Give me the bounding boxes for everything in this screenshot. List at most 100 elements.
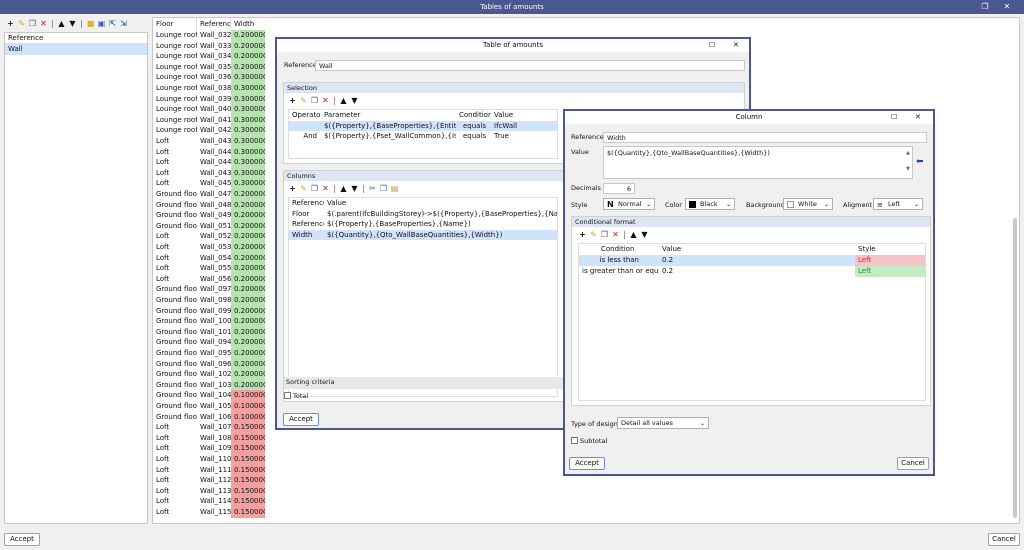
close-icon[interactable]: ✕	[733, 39, 739, 52]
table-row[interactable]: Ground floor Wall_098 0.200000	[153, 295, 265, 306]
table-row[interactable]: Lounge roof Wall_041 0.300000	[153, 114, 265, 126]
cancel-button[interactable]: Cancel	[897, 457, 929, 470]
value-textarea[interactable]: $({Quantity},{Qto_WallBaseQuantities},{W…	[603, 146, 913, 179]
table-row[interactable]: And $({Property},{Pset_WallCommon},{IsEx…	[289, 131, 557, 142]
pencil-icon[interactable]: ✎	[299, 96, 308, 105]
table-row[interactable]: Loft Wall_043 0.300000	[153, 136, 265, 147]
table-row[interactable]: Ground floor Wall_094 0.200000	[153, 337, 265, 348]
total-checkbox[interactable]	[284, 392, 291, 399]
plus-icon[interactable]: +	[288, 184, 297, 193]
table-row[interactable]: Lounge roof Wall_039 0.300000	[153, 93, 265, 105]
delete-icon[interactable]: ✕	[39, 19, 48, 28]
style-select[interactable]: N Normal ⌄	[603, 198, 655, 210]
header-reference[interactable]: Reference	[197, 18, 231, 30]
table-row[interactable]: Lounge roof Wall_032 0.200000	[153, 30, 265, 41]
table-row[interactable]: Ground floor Wall_096 0.200000	[153, 358, 265, 370]
up-arrow-icon[interactable]: ▲	[57, 19, 66, 28]
up-arrow-icon[interactable]: ▲	[629, 230, 638, 239]
header-floor[interactable]: Floor	[153, 18, 197, 30]
table-row[interactable]: Width $({Quantity},{Qto_WallBaseQuantiti…	[289, 229, 557, 241]
pencil-icon[interactable]: ✎	[299, 184, 308, 193]
table-row[interactable]: Ground floor Wall_049 0.200000	[153, 210, 265, 221]
open-folder-icon[interactable]: ■	[86, 19, 95, 28]
down-arrow-icon[interactable]: ▼	[350, 96, 359, 105]
pencil-icon[interactable]: ✎	[589, 230, 598, 239]
table-row[interactable]: Loft Wall_045 0.300000	[153, 178, 265, 189]
table-row[interactable]: Ground floor Wall_047 0.200000	[153, 189, 265, 200]
copy-icon[interactable]: ❐	[600, 230, 609, 239]
insert-arrow-icon[interactable]: ⬅	[916, 157, 924, 167]
table-row[interactable]: Loft Wall_113 0.150000	[153, 485, 265, 497]
table-row[interactable]: Loft Wall_115 0.150000	[153, 507, 265, 518]
table-row[interactable]: Ground floor Wall_097 0.200000	[153, 284, 265, 295]
table-row[interactable]: Loft Wall_053 0.200000	[153, 242, 265, 253]
table-row[interactable]: is less than 0.2 Left	[579, 255, 925, 266]
reference-input[interactable]: Width	[603, 132, 927, 143]
scrollbar-thumb[interactable]	[1013, 218, 1017, 518]
table-row[interactable]: Ground floor Wall_095 0.200000	[153, 348, 265, 359]
table-row[interactable]: Ground floor Wall_051 0.200000	[153, 220, 265, 232]
table-row[interactable]: Loft Wall_114 0.150000	[153, 496, 265, 507]
down-arrow-icon[interactable]: ▼	[350, 184, 359, 193]
pencil-icon[interactable]: ✎	[17, 19, 26, 28]
list-item-wall[interactable]: Wall	[5, 44, 147, 55]
table-row[interactable]: Loft Wall_112 0.150000	[153, 475, 265, 486]
table-row[interactable]: Loft Wall_111 0.150000	[153, 464, 265, 476]
plus-icon[interactable]: +	[288, 96, 297, 105]
scroll-arrows-icon[interactable]: ▲ ▼	[906, 149, 910, 173]
alignment-select[interactable]: ≡ Left ⌄	[873, 198, 923, 210]
table-row[interactable]: Lounge roof Wall_036 0.300000	[153, 72, 265, 83]
table-row[interactable]: Loft Wall_108 0.150000	[153, 432, 265, 444]
accept-button[interactable]: Accept	[569, 457, 605, 470]
cancel-button[interactable]: Cancel	[988, 533, 1020, 546]
table-row[interactable]: Loft Wall_054 0.200000	[153, 252, 265, 264]
down-arrow-icon[interactable]: ▼	[640, 230, 649, 239]
import-icon[interactable]: ⇲	[119, 19, 128, 28]
save-icon[interactable]: ▣	[97, 19, 106, 28]
table-row[interactable]: Loft Wall_055 0.200000	[153, 263, 265, 274]
table-row[interactable]: Ground floor Wall_048 0.200000	[153, 199, 265, 211]
copy-icon[interactable]: ❐	[310, 96, 319, 105]
accept-button[interactable]: Accept	[4, 533, 40, 546]
table-row[interactable]: Loft Wall_044 0.300000	[153, 146, 265, 158]
table-row[interactable]: Ground floor Wall_101 0.200000	[153, 326, 265, 338]
table-row[interactable]: Lounge roof Wall_035 0.200000	[153, 61, 265, 73]
close-button[interactable]: ✕	[1000, 0, 1014, 14]
copy-icon[interactable]: ❐	[310, 184, 319, 193]
close-icon[interactable]: ✕	[915, 111, 921, 124]
table-row[interactable]: is greater than or equal to 0.2 Left	[579, 266, 925, 277]
up-arrow-icon[interactable]: ▲	[339, 96, 348, 105]
plus-icon[interactable]: +	[6, 19, 15, 28]
subtotal-checkbox[interactable]	[571, 437, 578, 444]
table-row[interactable]: Loft Wall_043 0.300000	[153, 167, 265, 179]
up-arrow-icon[interactable]: ▲	[339, 184, 348, 193]
table-row[interactable]: Lounge roof Wall_040 0.300000	[153, 104, 265, 115]
table-row[interactable]: Loft Wall_109 0.150000	[153, 443, 265, 454]
table-row[interactable]: Reference $({Property},{BaseProperties},…	[289, 219, 557, 230]
reference-input[interactable]: Wall	[315, 60, 745, 71]
down-arrow-icon[interactable]: ▼	[68, 19, 77, 28]
table-row[interactable]: Lounge roof Wall_033 0.200000	[153, 40, 265, 52]
copy-clipboard-icon[interactable]: ❐	[379, 184, 388, 193]
background-select[interactable]: White ⌄	[783, 198, 833, 210]
restore-button[interactable]: ❐	[978, 0, 992, 14]
table-row[interactable]: Loft Wall_110 0.150000	[153, 454, 265, 465]
table-row[interactable]: Ground floor Wall_106 0.100000	[153, 411, 265, 423]
table-row[interactable]: $({Property},{BaseProperties},{Entity}) …	[289, 120, 557, 132]
table-row[interactable]: Ground floor Wall_099 0.200000	[153, 305, 265, 317]
copy-icon[interactable]: ❐	[28, 19, 37, 28]
delete-icon[interactable]: ✕	[321, 96, 330, 105]
table-row[interactable]: Ground floor Wall_104 0.100000	[153, 390, 265, 401]
plus-icon[interactable]: +	[578, 230, 587, 239]
table-row[interactable]: Ground floor Wall_103 0.200000	[153, 379, 265, 391]
export-icon[interactable]: ⇱	[108, 19, 117, 28]
maximize-icon[interactable]: ☐	[709, 39, 715, 52]
table-row[interactable]: Lounge roof Wall_042 0.300000	[153, 125, 265, 136]
delete-icon[interactable]: ✕	[611, 230, 620, 239]
color-select[interactable]: Black ⌄	[685, 198, 735, 210]
accept-button[interactable]: Accept	[283, 413, 319, 426]
table-row[interactable]: Lounge roof Wall_038 0.300000	[153, 83, 265, 94]
table-row[interactable]: Lounge roof Wall_034 0.200000	[153, 51, 265, 62]
decimals-input[interactable]: 6	[603, 183, 635, 194]
table-row[interactable]: Loft Wall_044 0.300000	[153, 157, 265, 168]
